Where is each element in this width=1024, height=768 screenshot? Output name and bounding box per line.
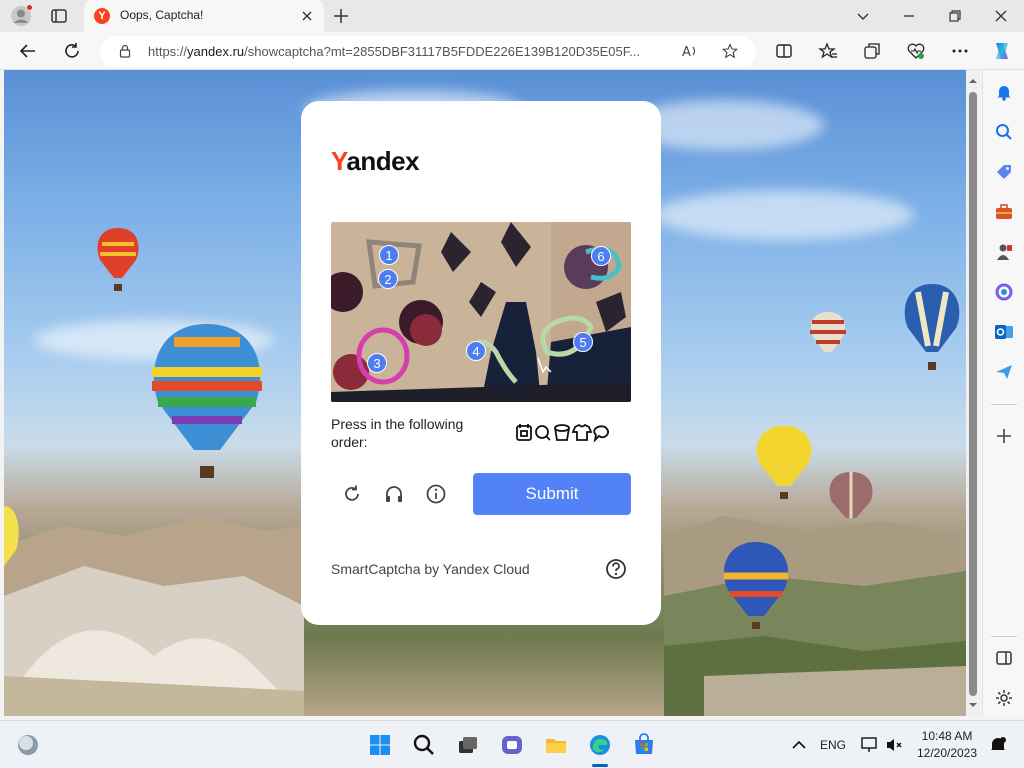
bucket-icon: [554, 424, 570, 441]
yandex-logo: Yandex: [331, 146, 420, 176]
minimize-button[interactable]: [900, 7, 918, 25]
microsoft-365-icon[interactable]: [994, 282, 1014, 302]
scrollbar-thumb[interactable]: [969, 92, 977, 696]
favorite-star-icon[interactable]: [721, 43, 739, 59]
click-marker[interactable]: 6: [591, 246, 611, 266]
copilot-icon[interactable]: [990, 39, 1014, 63]
active-app-indicator: [592, 764, 608, 767]
click-marker[interactable]: 4: [466, 341, 486, 361]
info-icon[interactable]: [425, 483, 447, 505]
tab-strip: Y Oops, Captcha!: [0, 0, 1024, 32]
audio-captcha-icon[interactable]: [383, 483, 405, 505]
lock-icon[interactable]: [118, 44, 132, 58]
hot-air-balloon-image: [152, 324, 262, 478]
click-marker[interactable]: 2: [378, 269, 398, 289]
svg-text:A: A: [682, 45, 691, 59]
volume-muted-icon[interactable]: [884, 735, 904, 755]
tab-actions-icon[interactable]: [50, 7, 68, 25]
address-bar[interactable]: https://yandex.ru/showcaptcha?mt=2855DBF…: [100, 36, 756, 66]
favorites-icon[interactable]: [818, 41, 838, 61]
help-icon[interactable]: [605, 558, 627, 580]
teams-chat-icon[interactable]: [500, 733, 524, 757]
hot-air-balloon-image: [723, 542, 789, 629]
page-scrollbar[interactable]: [966, 70, 980, 716]
search-icon[interactable]: [994, 122, 1014, 142]
clock-time[interactable]: 10:48 AM: [912, 729, 982, 743]
add-sidebar-app-icon[interactable]: [994, 426, 1014, 446]
input-language[interactable]: ENG: [818, 738, 848, 752]
url-text[interactable]: https://yandex.ru/showcaptcha?mt=2855DBF…: [148, 44, 640, 59]
click-marker[interactable]: 5: [573, 332, 593, 352]
tools-briefcase-icon[interactable]: [994, 202, 1014, 222]
click-marker[interactable]: 3: [367, 353, 387, 373]
hot-air-balloon-image: [756, 426, 812, 499]
tab-close-icon[interactable]: [300, 9, 314, 23]
magnifier-icon: [535, 425, 551, 441]
weather-widget-icon[interactable]: [16, 733, 40, 757]
tab-title: Oops, Captcha!: [120, 8, 204, 22]
hot-air-balloon-image: [904, 284, 960, 370]
hot-air-balloon-image: [4, 506, 19, 566]
cloud: [654, 190, 914, 240]
close-window-button[interactable]: [992, 7, 1010, 25]
browser-tab-active[interactable]: Y Oops, Captcha!: [84, 0, 324, 32]
smartcaptcha-footer: SmartCaptcha by Yandex Cloud: [331, 561, 530, 577]
hot-air-balloon-image: [810, 312, 846, 352]
clock-date[interactable]: 12/20/2023: [912, 746, 982, 760]
read-aloud-icon[interactable]: A: [682, 43, 698, 60]
settings-gear-icon[interactable]: [994, 688, 1014, 708]
hide-sidebar-icon[interactable]: [994, 648, 1014, 668]
submit-button[interactable]: Submit: [473, 473, 631, 515]
notification-bell-icon[interactable]: [994, 82, 1014, 102]
refresh-captcha-icon[interactable]: [341, 483, 363, 505]
hot-air-balloon-image: [829, 472, 873, 518]
edge-browser-icon[interactable]: [588, 733, 612, 757]
tray-chevron-up-icon[interactable]: [790, 736, 808, 754]
taskbar-search-icon[interactable]: [412, 733, 436, 757]
calendar-icon: [516, 424, 532, 441]
captcha-card: Yandex 1 2 3 4 5 6 Press in the followin…: [301, 101, 661, 625]
outlook-icon[interactable]: [994, 322, 1014, 342]
captcha-instruction: Press in the following order:: [331, 416, 464, 450]
more-menu-icon[interactable]: [950, 41, 970, 61]
shirt-icon: [571, 423, 593, 441]
network-display-icon[interactable]: [860, 735, 880, 755]
collections-icon[interactable]: [862, 41, 882, 61]
notification-center-icon[interactable]: [988, 735, 1008, 755]
tab-list-chevron-icon[interactable]: [854, 7, 872, 25]
send-drop-icon[interactable]: [994, 362, 1014, 382]
hot-air-balloon-image: [97, 228, 139, 291]
sidebar-divider: [991, 636, 1017, 637]
new-tab-button[interactable]: [332, 7, 350, 25]
back-button[interactable]: [18, 41, 38, 61]
microsoft-store-icon[interactable]: [632, 733, 656, 757]
captcha-image[interactable]: 1 2 3 4 5 6: [331, 222, 631, 402]
refresh-button[interactable]: [62, 41, 82, 61]
performance-heart-icon[interactable]: [906, 41, 926, 61]
restore-button[interactable]: [946, 7, 964, 25]
task-view-icon[interactable]: [456, 733, 480, 757]
edge-sidebar: [982, 70, 1024, 716]
file-explorer-icon[interactable]: [544, 733, 568, 757]
scroll-up-icon[interactable]: [968, 76, 978, 86]
split-screen-icon[interactable]: [774, 41, 794, 61]
shopping-tag-icon[interactable]: [994, 162, 1014, 182]
profile-avatar-icon[interactable]: [10, 4, 33, 27]
scroll-down-icon[interactable]: [968, 700, 978, 710]
notification-dot: [26, 4, 33, 11]
yandex-favicon-icon: Y: [94, 8, 110, 24]
windows-taskbar: ENG 10:48 AM 12/20/2023: [0, 720, 1024, 768]
games-icon[interactable]: [994, 242, 1014, 262]
browser-toolbar: https://yandex.ru/showcaptcha?mt=2855DBF…: [0, 32, 1024, 70]
captcha-order-icons: [516, 423, 610, 443]
sidebar-divider: [991, 404, 1017, 405]
speech-bubble-icon: [593, 425, 610, 443]
click-marker[interactable]: 1: [379, 245, 399, 265]
start-windows-icon[interactable]: [368, 733, 392, 757]
